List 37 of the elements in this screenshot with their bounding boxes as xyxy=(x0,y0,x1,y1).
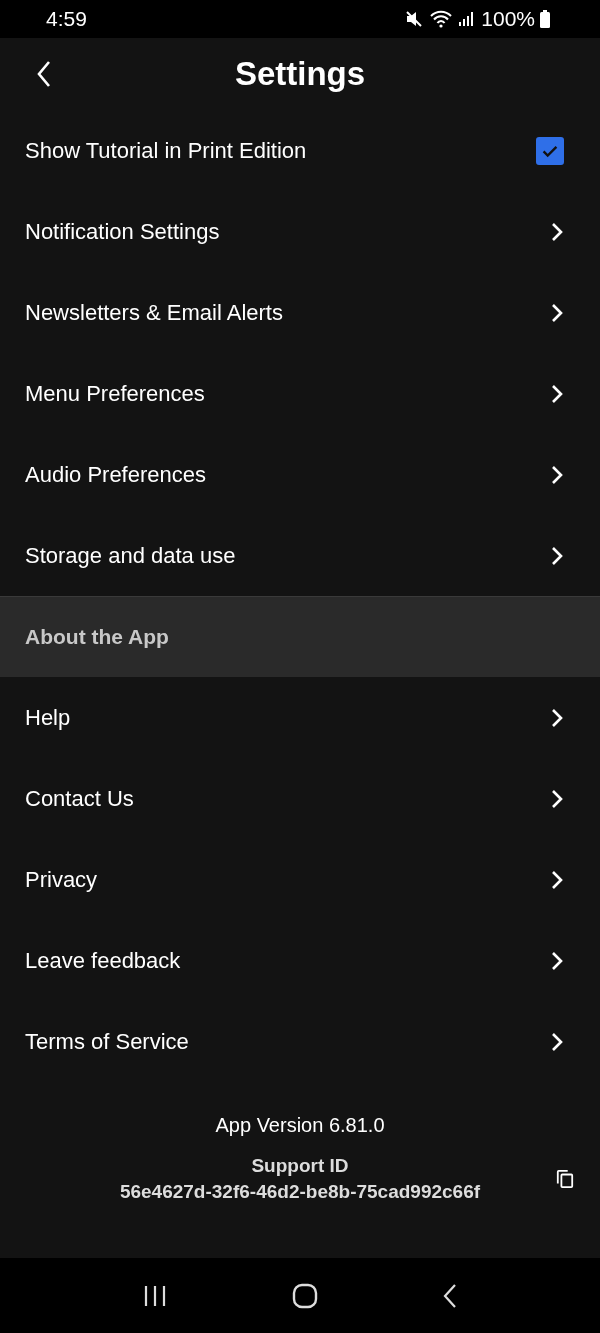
settings-item[interactable]: Newsletters & Email Alerts xyxy=(0,272,600,353)
chevron-right-icon xyxy=(550,787,564,810)
page-title: Settings xyxy=(234,55,366,93)
support-id-label: Support ID xyxy=(251,1154,349,1178)
chevron-right-icon xyxy=(550,949,564,972)
chevron-right-icon xyxy=(550,868,564,891)
back-button[interactable] xyxy=(36,60,52,88)
app-version: App Version 6.81.0 xyxy=(215,1114,385,1137)
chevron-right-icon xyxy=(550,1030,564,1053)
chevron-right-icon xyxy=(550,301,564,324)
recent-apps-button[interactable] xyxy=(142,1283,168,1308)
wifi-icon xyxy=(429,10,454,28)
settings-item[interactable]: Storage and data use xyxy=(0,515,600,596)
chevron-right-icon xyxy=(550,706,564,729)
battery-percentage: 100% xyxy=(481,7,535,31)
signal-icon xyxy=(458,11,475,27)
checkbox[interactable] xyxy=(536,136,564,165)
status-time: 4:59 xyxy=(46,7,87,31)
settings-item[interactable]: Audio Preferences xyxy=(0,434,600,515)
chevron-right-icon xyxy=(550,463,564,486)
settings-item[interactable]: Terms of Service xyxy=(0,1001,600,1082)
settings-item[interactable]: Contact Us xyxy=(0,758,600,839)
settings-item[interactable]: Notification Settings xyxy=(0,191,600,272)
settings-item[interactable]: Menu Preferences xyxy=(0,353,600,434)
support-id: 56e4627d-32f6-46d2-be8b-75cad992c66f xyxy=(119,1180,481,1204)
copy-icon[interactable] xyxy=(556,1169,574,1189)
battery-icon xyxy=(540,10,550,28)
setting-label: Show Tutorial in Print Edition xyxy=(25,137,307,164)
chevron-right-icon xyxy=(550,544,564,567)
settings-item[interactable]: Leave feedback xyxy=(0,920,600,1001)
back-nav-button[interactable] xyxy=(442,1282,458,1309)
settings-item[interactable]: Privacy xyxy=(0,839,600,920)
home-button[interactable] xyxy=(292,1282,318,1309)
chevron-right-icon xyxy=(550,382,564,405)
settings-item[interactable]: Help xyxy=(0,677,600,758)
section-header: About the App xyxy=(0,596,600,677)
chevron-right-icon xyxy=(550,220,564,243)
